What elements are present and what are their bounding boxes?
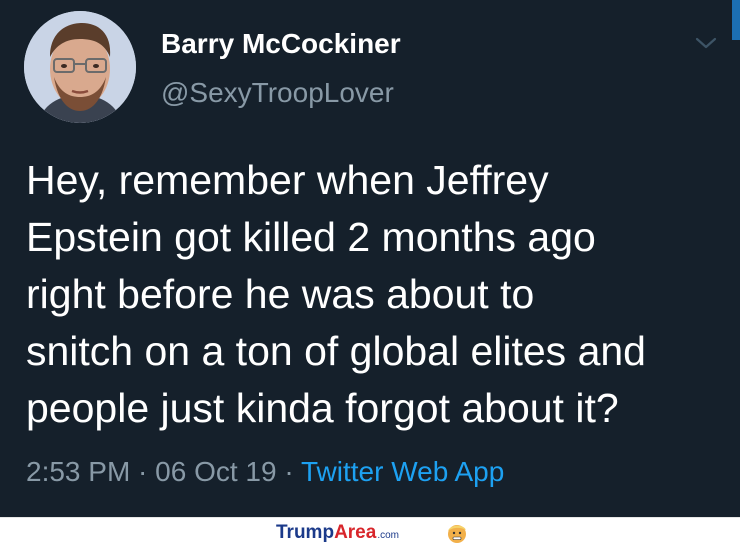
watermark-bar: TrumpArea.com	[0, 517, 740, 545]
tweet-time[interactable]: 2:53 PM	[26, 456, 130, 487]
tweet-meta: 2:53 PM · 06 Oct 19 · Twitter Web App	[26, 454, 504, 490]
tweet-text: Hey, remember when Jeffrey Epstein got k…	[26, 152, 726, 437]
meta-separator: ·	[130, 456, 156, 487]
trump-face-icon	[446, 522, 468, 544]
tweet-text-line: snitch on a ton of global elites and	[26, 328, 646, 374]
author-handle[interactable]: @SexyTroopLover	[161, 76, 394, 110]
watermark-part-1: Trump	[276, 522, 335, 543]
tweet-text-line: right before he was about to	[26, 271, 535, 317]
watermark-logo: TrumpArea.com	[276, 523, 399, 546]
tweet-card: Barry McCockiner @SexyTroopLover Hey, re…	[0, 0, 740, 517]
tweet-date[interactable]: 06 Oct 19	[155, 456, 276, 487]
tweet-text-line: Epstein got killed 2 months ago	[26, 214, 596, 260]
tweet-text-line: Hey, remember when Jeffrey	[26, 157, 549, 203]
tweet-source-link[interactable]: Twitter Web App	[301, 456, 504, 487]
watermark-part-3: .com	[377, 530, 399, 541]
tweet-text-line: people just kinda forgot about it?	[26, 385, 619, 431]
chevron-down-icon[interactable]	[694, 31, 718, 55]
scrollbar-edge	[732, 0, 740, 40]
author-name[interactable]: Barry McCockiner	[161, 27, 401, 61]
watermark-part-2: Area	[334, 522, 377, 543]
avatar[interactable]	[24, 11, 136, 123]
meta-separator: ·	[276, 456, 301, 487]
